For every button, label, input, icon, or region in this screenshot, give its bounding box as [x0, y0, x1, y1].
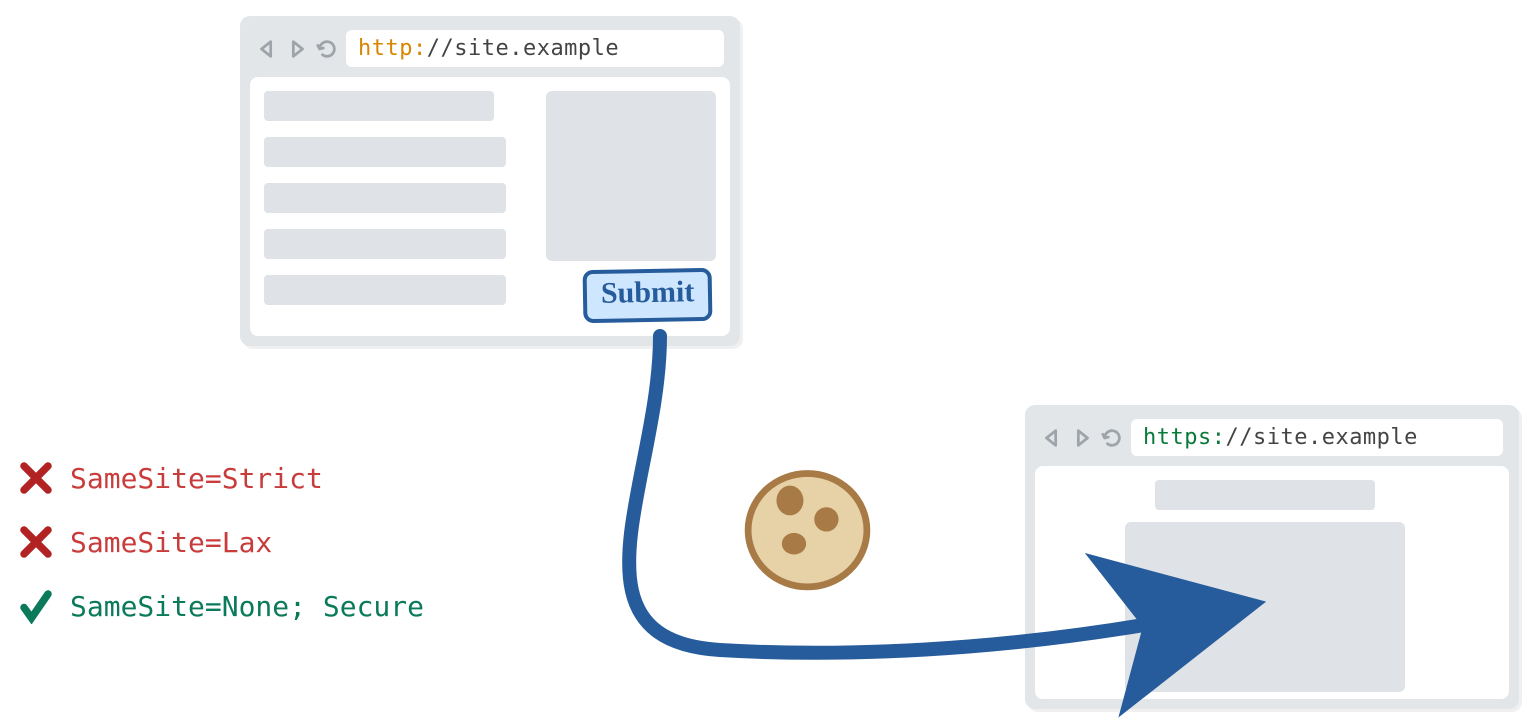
reload-icon: [1101, 427, 1123, 449]
url-host: //site.example: [427, 36, 619, 61]
back-icon: [256, 38, 278, 60]
page-viewport: [1035, 466, 1509, 699]
url-bar[interactable]: https://site.example: [1131, 419, 1503, 456]
browser-toolbar: http://site.example: [250, 26, 730, 77]
browser-toolbar: https://site.example: [1035, 415, 1509, 466]
placeholder-image: [546, 91, 716, 261]
url-scheme: http:: [358, 36, 427, 61]
page-viewport: Submit: [250, 77, 730, 336]
x-mark-icon: [18, 460, 54, 496]
cookie-icon: [740, 460, 875, 595]
placeholder-line: [264, 183, 506, 213]
url-scheme: https:: [1143, 425, 1225, 450]
legend-label: SameSite=Lax: [70, 526, 272, 559]
legend-label: SameSite=None; Secure: [70, 590, 424, 623]
placeholder-title: [1155, 480, 1375, 510]
placeholder-line: [264, 275, 506, 305]
reload-icon: [316, 38, 338, 60]
url-host: //site.example: [1225, 425, 1417, 450]
legend-row-lax: SameSite=Lax: [18, 524, 424, 560]
legend-label: SameSite=Strict: [70, 462, 323, 495]
back-icon: [1041, 427, 1063, 449]
target-browser: https://site.example: [1025, 405, 1519, 709]
forward-icon: [1071, 427, 1093, 449]
x-mark-icon: [18, 524, 54, 560]
placeholder-line: [264, 137, 506, 167]
placeholder-line: [264, 91, 494, 121]
placeholder-line: [264, 229, 506, 259]
forward-icon: [286, 38, 308, 60]
submit-button[interactable]: Submit: [582, 268, 712, 323]
source-browser: http://site.example Submit: [240, 16, 740, 346]
samesite-legend: SameSite=Strict SameSite=Lax SameSite=No…: [18, 460, 424, 624]
url-bar[interactable]: http://site.example: [346, 30, 724, 67]
legend-row-none: SameSite=None; Secure: [18, 588, 424, 624]
legend-row-strict: SameSite=Strict: [18, 460, 424, 496]
placeholder-box: [1125, 522, 1405, 692]
check-mark-icon: [18, 588, 54, 624]
